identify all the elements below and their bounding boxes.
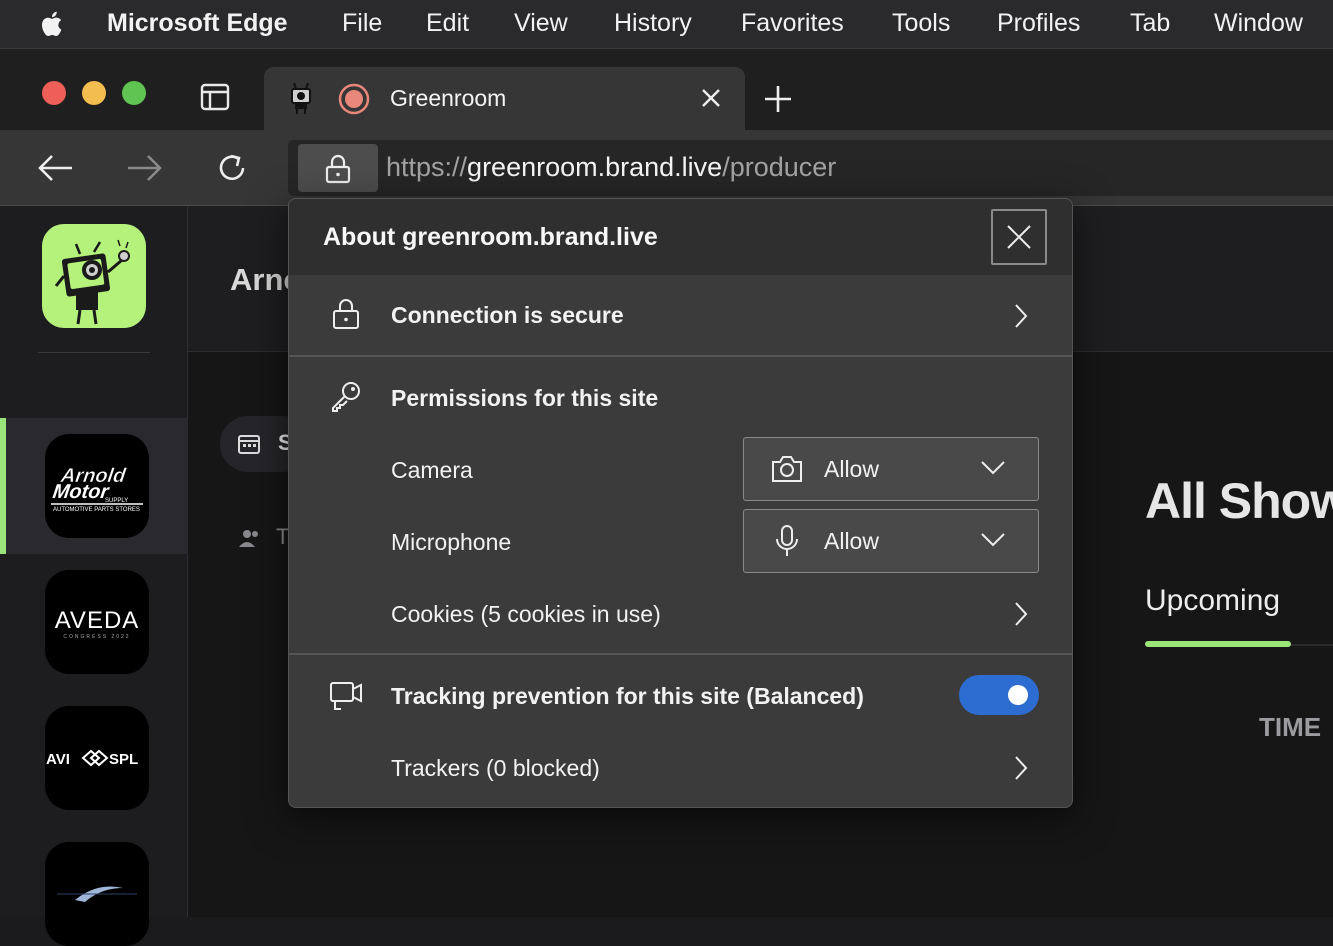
menu-app-name[interactable]: Microsoft Edge [107,9,288,38]
cookies-row[interactable]: Cookies (5 cookies in use) [289,581,1072,651]
recording-icon [338,83,370,115]
tab-title: Greenroom [390,85,507,111]
org-yourorg[interactable] [45,842,149,946]
microphone-permission-value: Allow [824,528,879,554]
url-scheme: https:// [386,152,468,182]
menu-window[interactable]: Window [1214,9,1303,38]
chevron-down-icon [981,461,1005,475]
browser-toolbar: https://greenroom.brand.live/producer [0,130,1333,206]
lock-icon [325,154,351,184]
popup-close-button[interactable] [991,209,1047,265]
microphone-icon [776,525,798,556]
avi-spl-logo-left: AVI [46,751,70,768]
menu-view[interactable]: View [514,9,568,38]
microphone-permission-select[interactable]: Allow [743,509,1039,573]
active-org-indicator [0,418,6,554]
tab-actions-icon[interactable] [200,83,230,111]
avi-spl-logo: AVI SPL [46,749,138,768]
permissions-heading: Permissions for this site [391,385,659,411]
connection-label: Connection is secure [391,302,624,328]
apple-icon[interactable] [38,9,68,39]
connection-row[interactable]: Connection is secure [289,275,1072,355]
popup-header: About greenroom.brand.live [289,199,1072,275]
back-arrow-icon[interactable] [36,148,76,188]
browser-tab-greenroom[interactable]: Greenroom [264,67,745,131]
zoom-window-button[interactable] [122,81,146,105]
url-path: /producer [722,152,837,182]
menu-file[interactable]: File [342,9,382,38]
refresh-icon[interactable] [212,148,252,188]
popup-divider [289,653,1072,655]
page-title: All Show [1145,473,1333,529]
site-info-popup: About greenroom.brand.live Connection is… [288,198,1073,808]
camera-permission-value: Allow [824,456,879,482]
rail-divider [38,352,150,353]
tracking-prevention-toggle[interactable] [959,675,1039,715]
chevron-down-icon [981,533,1005,547]
menu-edit[interactable]: Edit [426,9,469,38]
swoosh-logo [57,886,137,902]
arnold-logo-line2: Motor [51,481,111,503]
org-switcher-rail: Arnold Motor SUPPLY AUTOMOTIVE PARTS STO… [0,206,188,946]
column-header-time: TIME [1259,712,1322,742]
microphone-label: Microphone [391,529,512,555]
url-host: greenroom.brand.live [467,152,723,182]
aveda-logo-tagline: CONGRESS 2022 [63,634,130,640]
camera-label: Camera [391,457,473,483]
new-tab-plus-icon[interactable] [762,83,794,115]
team-icon[interactable] [238,528,262,548]
greenroom-logo[interactable] [42,224,146,328]
lock-icon [333,299,359,329]
tab-upcoming[interactable]: Upcoming [1145,584,1280,618]
menu-favorites[interactable]: Favorites [741,9,844,38]
mac-menu-bar: Microsoft Edge File Edit View History Fa… [0,0,1333,48]
chevron-right-icon [1015,602,1028,626]
trackers-label: Trackers (0 blocked) [391,755,600,781]
close-window-button[interactable] [42,81,66,105]
avi-spl-logo-right: SPL [109,751,138,768]
popup-title: About greenroom.brand.live [323,223,658,251]
url-text[interactable]: https://greenroom.brand.live/producer [386,152,836,183]
camera-icon [772,456,802,482]
arnold-logo-tagline: AUTOMOTIVE PARTS STORES [53,507,140,513]
popup-divider [289,355,1072,357]
trackers-row[interactable]: Trackers (0 blocked) [289,733,1072,803]
org-arnold-motor-supply[interactable]: Arnold Motor SUPPLY AUTOMOTIVE PARTS STO… [45,434,149,538]
tracking-prevention-icon [330,682,362,710]
minimize-window-button[interactable] [82,81,106,105]
robot-mascot-icon [54,239,130,325]
active-tab-underline [1145,641,1291,647]
robot-favicon-icon [291,82,311,114]
aveda-logo-text: AVEDA [55,607,140,634]
calendar-icon [238,435,260,454]
site-info-button[interactable] [298,144,378,192]
org-aveda[interactable]: AVEDA CONGRESS 2022 [45,570,149,674]
menu-profiles[interactable]: Profiles [997,9,1080,38]
chevron-right-icon [1015,756,1028,780]
toggle-knob [1008,685,1028,705]
menu-tools[interactable]: Tools [892,9,950,38]
arnold-motor-logo: Arnold Motor SUPPLY AUTOMOTIVE PARTS STO… [51,465,143,513]
cookies-label: Cookies (5 cookies in use) [391,601,661,627]
chevron-right-icon [1015,304,1028,328]
org-avi-spl[interactable]: AVI SPL [45,706,149,810]
tab-strip: Greenroom [0,48,1333,131]
close-tab-icon[interactable] [700,87,722,109]
aveda-logo: AVEDA CONGRESS 2022 [55,607,140,640]
menu-tab[interactable]: Tab [1130,9,1170,38]
key-icon [332,382,360,412]
arnold-logo-line3: SUPPLY [105,498,128,504]
menu-history[interactable]: History [614,9,692,38]
address-bar[interactable]: https://greenroom.brand.live/producer [288,140,1333,196]
close-icon [1007,225,1031,249]
tracking-prevention-label: Tracking prevention for this site (Balan… [391,683,864,709]
forward-arrow-icon[interactable] [124,148,164,188]
camera-permission-select[interactable]: Allow [743,437,1039,501]
